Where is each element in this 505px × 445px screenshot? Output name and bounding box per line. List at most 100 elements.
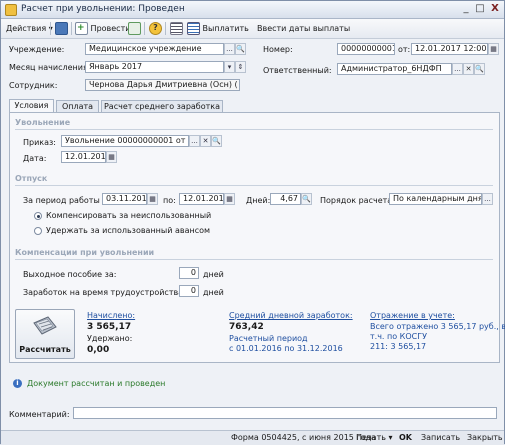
responsible-field[interactable]: Администратор_6НДФП [337, 63, 452, 75]
calendar-icon[interactable]: ▦ [106, 151, 117, 163]
clear-icon[interactable]: ✕ [200, 135, 211, 147]
select-button[interactable]: ... [189, 135, 200, 147]
number-field[interactable]: 00000000001 [337, 43, 395, 55]
search-icon[interactable]: 🔍 [235, 43, 246, 55]
search-icon[interactable]: 🔍 [474, 63, 485, 75]
vacation-section-title: Отпуск [15, 174, 48, 183]
period-to-field[interactable]: 12.01.2017 [179, 193, 224, 205]
days-field[interactable]: 4,67 [270, 193, 301, 205]
reflection-line2[interactable]: т.ч. по КОСГУ [370, 332, 427, 341]
calendar-icon[interactable]: ▦ [224, 193, 235, 205]
avg-earnings-value: 763,42 [229, 322, 264, 332]
post-document-icon: + [75, 22, 88, 35]
document-window: Расчет при увольнении: Проведен _ □ X Де… [0, 0, 505, 445]
print-menu[interactable]: Печать ▾ [356, 433, 393, 442]
severance-label: Выходное пособие за: [23, 270, 117, 279]
window-title: Расчет при увольнении: Проведен [21, 4, 185, 14]
from-label: от: [398, 45, 411, 54]
reflection-label: Отражение в учете: [370, 311, 455, 320]
dismissal-date-label: Дата: [23, 154, 47, 163]
help-button[interactable]: ? [149, 21, 162, 36]
save-icon-button[interactable] [55, 21, 68, 36]
earnings-label: Заработок на время трудоустройства за: [23, 288, 198, 297]
post-label: Провести [90, 24, 131, 33]
form-link[interactable]: Форма 0504425, с июня 2015 года [231, 433, 376, 442]
payment-list-icon [187, 22, 200, 35]
withhold-radio[interactable] [34, 227, 42, 235]
toolbar-separator [144, 22, 145, 35]
date-field[interactable]: 12.01.2017 12:00:00 [411, 43, 488, 55]
employee-field[interactable]: Чернова Дарья Дмитриевна (Осн) ( [85, 79, 240, 91]
calendar-icon[interactable]: ▦ [147, 193, 158, 205]
select-button[interactable]: ... [452, 63, 463, 75]
dropdown-arrow-icon[interactable]: ▾ [224, 61, 235, 73]
compensate-radio[interactable] [34, 212, 42, 220]
clear-icon[interactable]: ✕ [463, 63, 474, 75]
maximize-button[interactable]: □ [473, 2, 487, 16]
period-link-line2[interactable]: с 01.01.2016 по 31.12.2016 [229, 344, 343, 353]
avg-earnings-label: Средний дневной заработок: [229, 311, 353, 320]
period-link-line1[interactable]: Расчетный период [229, 334, 308, 343]
reflection-line3[interactable]: 211: 3 565,17 [370, 342, 426, 351]
pay-label: Выплатить [202, 24, 249, 33]
number-label: Номер: [263, 45, 293, 54]
calc-order-field[interactable]: По календарным дням [389, 193, 482, 205]
help-icon: ? [149, 22, 162, 35]
info-message: Документ рассчитан и проведен [27, 379, 166, 388]
calculator-icon[interactable]: 🔍 [301, 193, 312, 205]
order-field[interactable]: Увольнение 00000000001 от 12.0 [61, 135, 189, 147]
dropdown-arrow-icon: ▾ [388, 433, 393, 442]
minimize-button[interactable]: _ [459, 2, 473, 16]
institution-field[interactable]: Медицинское учреждение [85, 43, 224, 55]
accrued-label: Начислено: [87, 311, 136, 320]
document-icon [5, 4, 17, 16]
search-icon[interactable]: 🔍 [211, 135, 222, 147]
list-icon [170, 22, 183, 35]
reflection-line1[interactable]: Всего отражено 3 565,17 руб., в [370, 322, 505, 331]
actions-menu[interactable]: Действия ▾ [6, 21, 53, 36]
calendar-icon[interactable]: ▦ [488, 43, 499, 55]
employee-label: Сотрудник: [9, 81, 58, 90]
pay-button[interactable]: Выплатить [187, 21, 249, 36]
post-button[interactable]: + Провести [75, 21, 130, 36]
close-button[interactable]: Закрыть [467, 433, 503, 442]
save-button[interactable]: Записать [421, 433, 460, 442]
tab-conditions[interactable]: Условия [9, 99, 54, 113]
toolbar: Действия ▾ + Провести ? Выплатить Ввести… [1, 19, 504, 39]
comment-label: Комментарий: [9, 410, 70, 419]
accrued-value: 3 565,17 [87, 322, 132, 332]
close-window-button[interactable]: X [488, 2, 502, 16]
toolbar-separator [50, 22, 51, 35]
withhold-radio-label: Удержать за использованный авансом [46, 226, 211, 235]
title-bar: Расчет при увольнении: Проведен _ □ X [1, 1, 504, 19]
select-button[interactable]: ... [224, 43, 235, 55]
earnings-field[interactable]: 0 [179, 285, 199, 297]
month-label: Месяц начисления: [9, 63, 91, 72]
toolbar-separator [165, 22, 166, 35]
unpost-button[interactable] [128, 21, 141, 36]
withheld-label: Удержано: [87, 334, 133, 343]
floppy-icon [55, 22, 68, 35]
enter-dates-label: Ввести даты выплаты [257, 24, 351, 33]
severance-field[interactable]: 0 [179, 267, 199, 279]
period-to-label: по: [163, 196, 176, 205]
dismissal-date-field[interactable]: 12.01.2017 [61, 151, 106, 163]
section-divider [15, 185, 493, 186]
select-button[interactable]: ... [482, 193, 493, 205]
document-check-icon [128, 22, 141, 35]
list-button[interactable] [170, 21, 183, 36]
period-from-field[interactable]: 03.11.2016 [102, 193, 147, 205]
earnings-unit: дней [203, 288, 224, 297]
month-field[interactable]: Январь 2017 [85, 61, 224, 73]
enter-dates-button[interactable]: Ввести даты выплаты [257, 21, 350, 36]
calculate-button-label: Рассчитать [19, 345, 71, 354]
print-label: Печать [356, 433, 386, 442]
toolbar-separator [71, 22, 72, 35]
comment-field[interactable] [73, 407, 497, 419]
calculate-button[interactable]: Рассчитать [15, 309, 75, 359]
ok-button[interactable]: OK [399, 433, 412, 442]
severance-unit: дней [203, 270, 224, 279]
bottom-bar: Форма 0504425, с июня 2015 года Печать ▾… [1, 430, 504, 445]
spinner-icon[interactable]: ⇕ [235, 61, 246, 73]
institution-label: Учреждение: [9, 45, 65, 54]
